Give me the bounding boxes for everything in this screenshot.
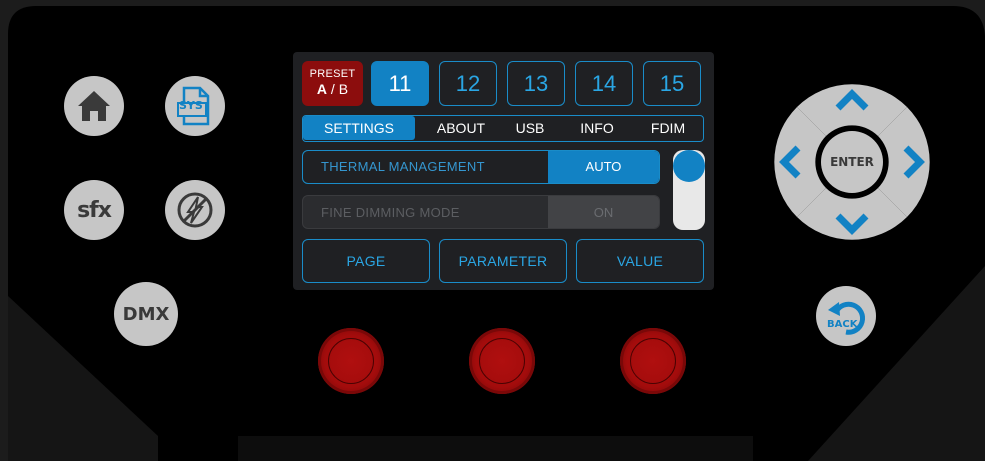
setting-value[interactable]: AUTO [548,151,659,183]
blackout-button[interactable] [165,180,225,240]
parameter-knob[interactable] [469,328,535,394]
sfx-button[interactable]: sfx [64,180,124,240]
dpad: ENTER [760,70,944,254]
tab-about[interactable]: ABOUT [425,116,497,140]
preset-b: B [338,81,349,97]
dmx-label: DMX [122,303,170,325]
sfx-label: sfx [77,197,112,223]
back-button[interactable]: BACK [816,286,876,346]
setting-value: ON [548,196,659,228]
preset-11-button[interactable]: 11 [371,61,429,106]
parameter-button[interactable]: PARAMETER [439,239,567,283]
tab-fdim[interactable]: FDIM [635,116,701,140]
setting-name: THERMAL MANAGEMENT [321,159,485,174]
preset-label: PRESET [309,68,356,80]
page-knob[interactable] [318,328,384,394]
value-knob[interactable] [620,328,686,394]
preset-13-button[interactable]: 13 [507,61,565,106]
sys-button[interactable]: SYS [165,76,225,136]
no-lightning-icon [177,192,213,228]
preset-ab-button[interactable]: PRESET A / B [302,61,363,106]
sys-label: SYS [179,99,203,112]
tab-bar: SETTINGS ABOUT USB INFO FDIM [302,115,704,142]
scrollbar-thumb[interactable] [673,150,705,182]
value-button[interactable]: VALUE [576,239,704,283]
preset-15-button[interactable]: 15 [643,61,701,106]
preset-12-button[interactable]: 12 [439,61,497,106]
enter-label: ENTER [830,155,874,169]
tab-info[interactable]: INFO [567,116,627,140]
preset-14-button[interactable]: 14 [575,61,633,106]
preset-separator: / [327,81,339,97]
home-button[interactable] [64,76,124,136]
page-button[interactable]: PAGE [302,239,430,283]
back-arrow-icon [828,301,866,335]
setting-name: FINE DIMMING MODE [321,205,460,220]
setting-row-fine-dimming: FINE DIMMING MODE ON [302,195,660,229]
setting-row-thermal[interactable]: THERMAL MANAGEMENT AUTO [302,150,660,184]
back-label: BACK [827,319,858,330]
dmx-button[interactable]: DMX [114,282,178,346]
display-screen: PRESET A / B 11 12 13 14 15 SETTINGS ABO… [293,52,714,290]
scrollbar[interactable] [673,150,705,230]
preset-a: A [316,81,328,97]
tab-usb[interactable]: USB [501,116,559,140]
preset-ab-label: A / B [302,81,363,97]
home-icon [78,91,110,121]
tab-settings[interactable]: SETTINGS [303,116,415,140]
